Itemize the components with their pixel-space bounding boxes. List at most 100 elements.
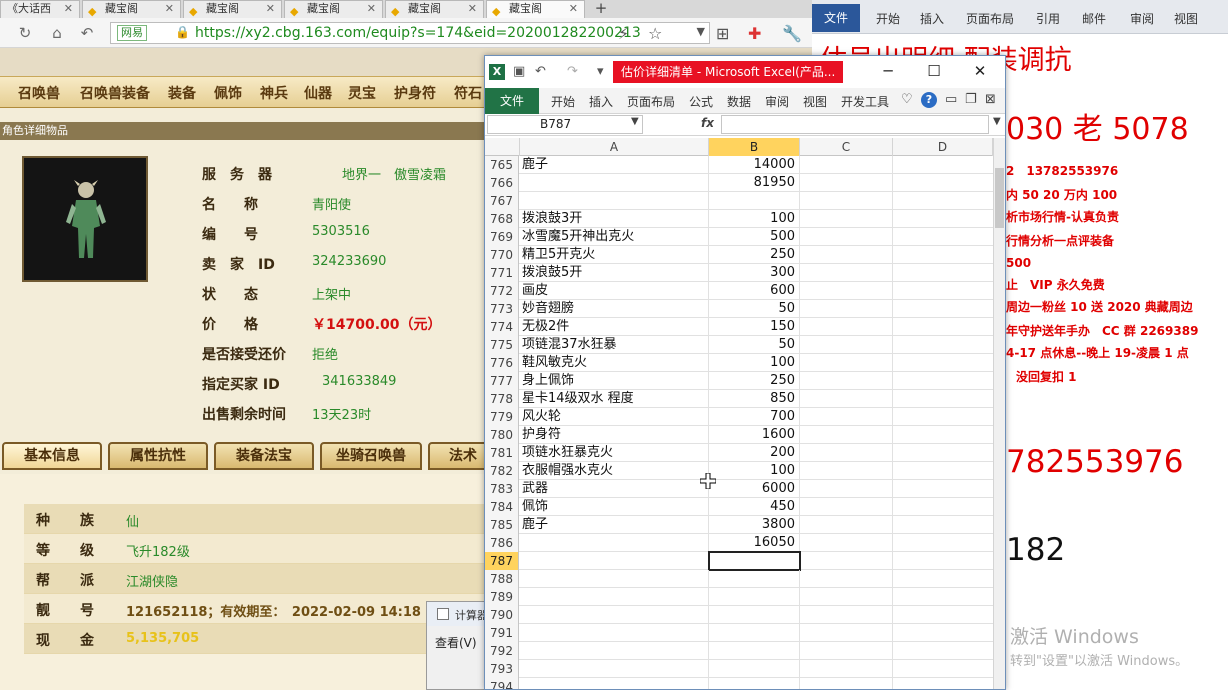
ribbon-tab[interactable]: 页面布局 (627, 93, 675, 110)
table-row[interactable]: 772 画皮 600 (485, 282, 993, 300)
select-all-corner[interactable] (485, 138, 520, 156)
cell-d[interactable] (893, 606, 993, 624)
cell-d[interactable] (893, 246, 993, 264)
cell-c[interactable] (800, 390, 893, 408)
browser-tab[interactable]: ◆ 藏宝阁 ✕ (284, 0, 383, 18)
table-row[interactable]: 788 (485, 570, 993, 588)
row-header[interactable]: 783 (485, 480, 519, 498)
back-icon[interactable]: ↶ (78, 24, 96, 42)
table-row[interactable]: 787 (485, 551, 993, 571)
cell-b[interactable]: 100 (709, 210, 800, 228)
cell-c[interactable] (800, 462, 893, 480)
cell-d[interactable] (893, 318, 993, 336)
word-tab[interactable]: 审阅 (1130, 10, 1154, 27)
row-header[interactable]: 786 (485, 534, 519, 552)
table-row[interactable]: 771 拨浪鼓5开 300 (485, 264, 993, 282)
name-box[interactable]: B787 (487, 115, 643, 134)
cell-c[interactable] (800, 156, 893, 174)
cell-c[interactable] (800, 336, 893, 354)
cell-b[interactable]: 150 (709, 318, 800, 336)
table-row[interactable]: 779 风火轮 700 (485, 408, 993, 426)
cell-d[interactable] (893, 264, 993, 282)
row-header[interactable]: 776 (485, 354, 519, 372)
table-row[interactable]: 785 鹿子 3800 (485, 516, 993, 534)
cell-a[interactable]: 项链水狂暴克火 (520, 444, 709, 462)
cell-d[interactable] (893, 192, 993, 210)
ribbon-tab[interactable]: 视图 (803, 93, 827, 110)
cell-d[interactable] (893, 300, 993, 318)
cell-b[interactable] (709, 570, 800, 588)
cell-c[interactable] (800, 516, 893, 534)
cell-d[interactable] (893, 588, 993, 606)
row-header[interactable]: 793 (485, 660, 519, 678)
row-header[interactable]: 790 (485, 606, 519, 624)
home-icon[interactable]: ⌂ (48, 24, 66, 42)
cell-d[interactable] (893, 282, 993, 300)
cell-d[interactable] (893, 660, 993, 678)
word-tab[interactable]: 插入 (920, 10, 944, 27)
row-header[interactable]: 766 (485, 174, 519, 192)
word-tab[interactable]: 开始 (876, 10, 900, 27)
help-icon[interactable]: ? (921, 92, 937, 108)
cell-d[interactable] (893, 498, 993, 516)
cell-b[interactable] (709, 588, 800, 606)
heart-icon[interactable]: ♡ (901, 92, 913, 107)
table-row[interactable]: 786 16050 (485, 534, 993, 552)
grid-icon[interactable]: ⊞ (716, 24, 729, 43)
cell-c[interactable] (800, 660, 893, 678)
table-row[interactable]: 794 (485, 678, 993, 689)
table-row[interactable]: 791 (485, 624, 993, 642)
ribbon-tab[interactable]: 开发工具 (841, 93, 889, 110)
cell-b[interactable]: 450 (709, 498, 800, 516)
category-link[interactable]: 护身符 (394, 83, 436, 103)
cell-d[interactable] (893, 678, 993, 689)
tab-equipment[interactable]: 装备法宝 (214, 442, 314, 470)
row-header[interactable]: 769 (485, 228, 519, 246)
category-link[interactable]: 灵宝 (348, 83, 376, 103)
customize-toolbar-icon[interactable]: ▾ (597, 64, 604, 79)
cell-a[interactable] (520, 678, 709, 689)
cell-a[interactable]: 画皮 (520, 282, 709, 300)
scrollbar-thumb[interactable] (995, 168, 1004, 228)
column-header[interactable]: D (893, 138, 993, 156)
cell-b[interactable]: 300 (709, 264, 800, 282)
cell-c[interactable] (800, 588, 893, 606)
new-tab-button[interactable]: + (587, 0, 615, 18)
cell-b[interactable]: 600 (709, 282, 800, 300)
save-icon[interactable]: ▣ (513, 64, 525, 79)
row-header[interactable]: 772 (485, 282, 519, 300)
column-header-selected[interactable]: B (709, 138, 800, 156)
cell-d[interactable] (893, 210, 993, 228)
cell-d[interactable] (893, 552, 993, 570)
cell-b[interactable]: 100 (709, 462, 800, 480)
table-row[interactable]: 773 妙音翅膀 50 (485, 300, 993, 318)
cell-c[interactable] (800, 246, 893, 264)
row-header[interactable]: 781 (485, 444, 519, 462)
ribbon-tab[interactable]: 开始 (551, 93, 575, 110)
row-header[interactable]: 780 (485, 426, 519, 444)
cell-b[interactable]: 850 (709, 390, 800, 408)
close-icon[interactable]: ✕ (64, 1, 73, 17)
cell-a[interactable]: 鹿子 (520, 516, 709, 534)
bolt-icon[interactable]: ⚡ (618, 24, 629, 43)
cell-d[interactable] (893, 372, 993, 390)
cell-d[interactable] (893, 390, 993, 408)
cell-d[interactable] (893, 228, 993, 246)
ribbon-tab[interactable]: 数据 (727, 93, 751, 110)
cell-b[interactable]: 50 (709, 336, 800, 354)
word-tab[interactable]: 页面布局 (966, 10, 1014, 27)
calculator-window[interactable]: 计算器 查看(V) (426, 601, 493, 690)
vertical-scrollbar[interactable] (993, 138, 1005, 689)
formula-input[interactable] (721, 115, 989, 134)
category-link[interactable]: 仙器 (304, 83, 332, 103)
cell-b[interactable] (709, 192, 800, 210)
cell-c[interactable] (800, 570, 893, 588)
cell-a[interactable] (520, 606, 709, 624)
wrench-icon[interactable]: 🔧 (782, 24, 802, 43)
cell-c[interactable] (800, 354, 893, 372)
row-header[interactable]: 777 (485, 372, 519, 390)
cell-b[interactable]: 16050 (709, 534, 800, 552)
close-icon[interactable]: ✕ (165, 1, 174, 17)
cell-a[interactable]: 星卡14级双水 程度 (520, 390, 709, 408)
cell-b[interactable] (709, 606, 800, 624)
